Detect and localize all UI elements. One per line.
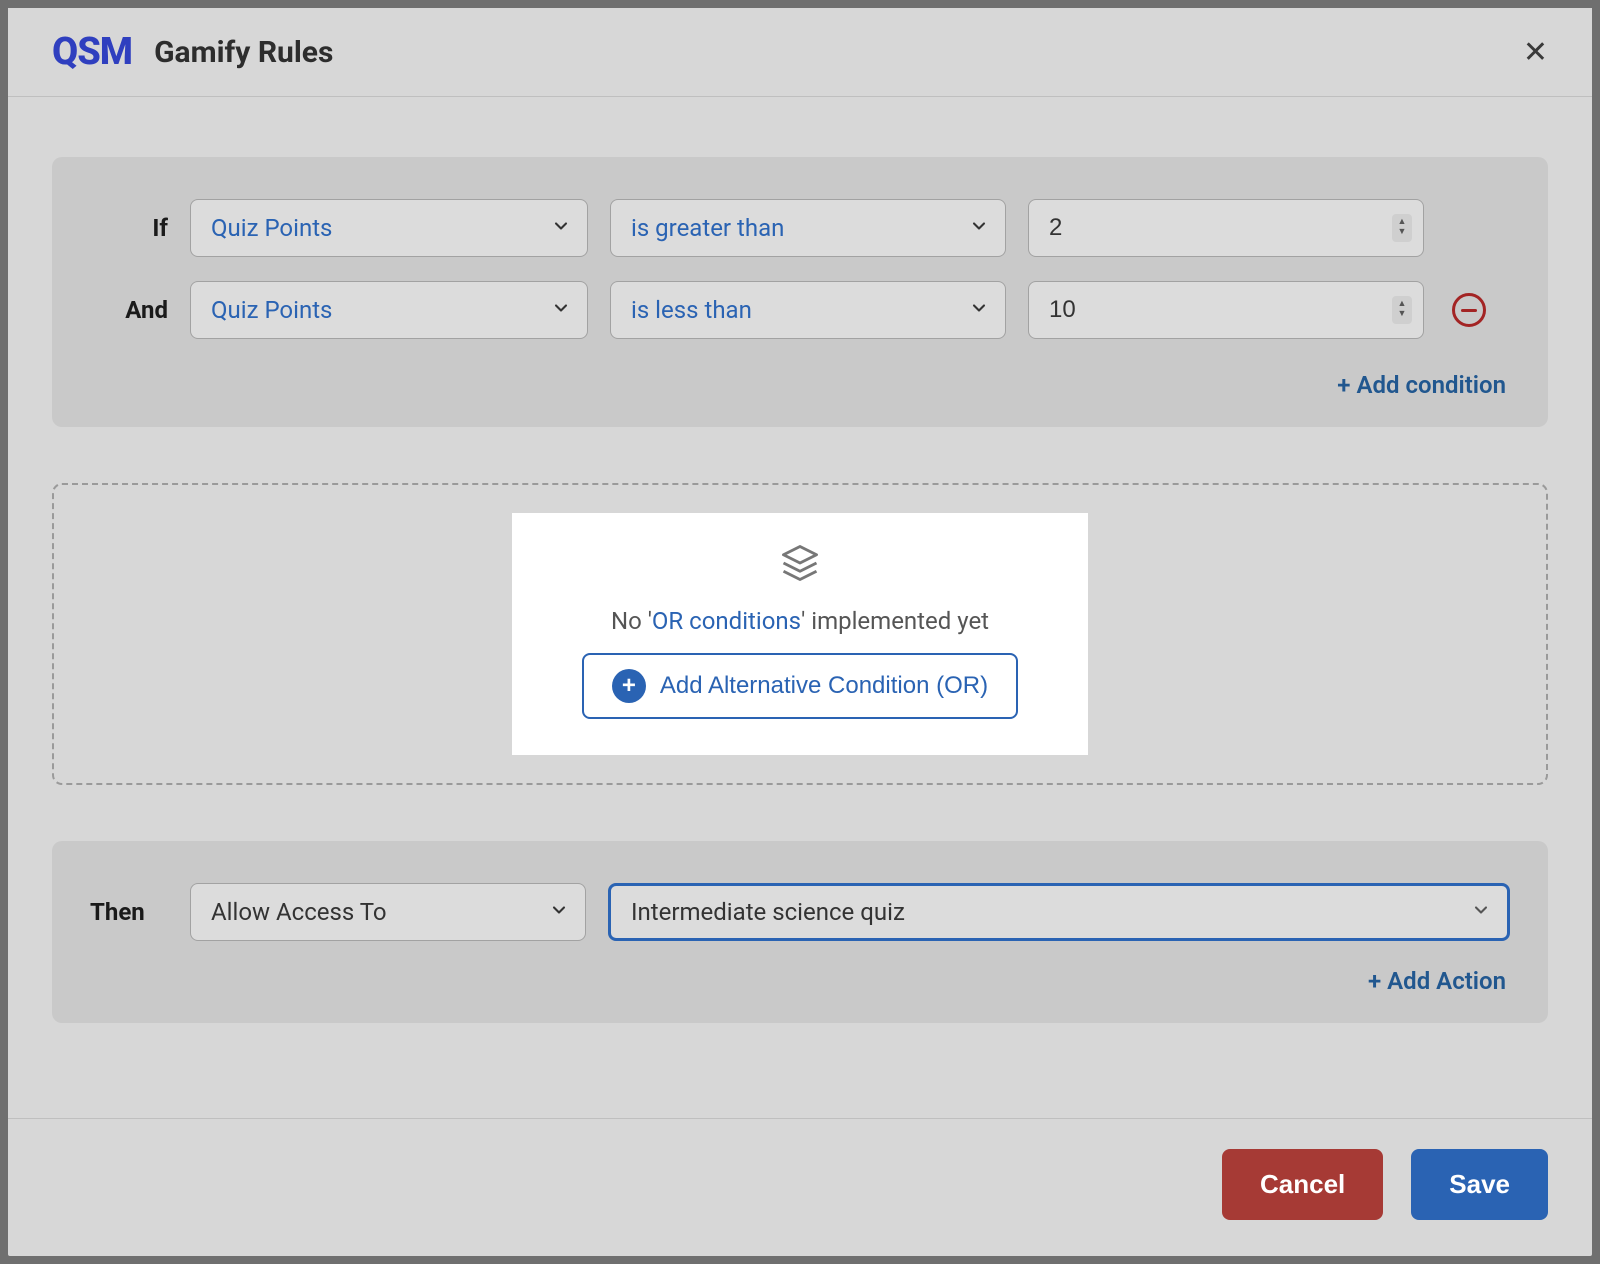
chevron-down-icon (551, 296, 571, 324)
conditions-panel: If Quiz Points is greater than ▲▼ (52, 157, 1548, 427)
modal-body: If Quiz Points is greater than ▲▼ (8, 97, 1592, 1118)
action-type-select[interactable]: Allow Access To (190, 883, 586, 941)
gamify-rules-modal: QSM Gamify Rules ✕ If Quiz Points is gre… (8, 8, 1592, 1256)
condition-row: If Quiz Points is greater than ▲▼ (90, 199, 1510, 257)
condition-operator-select[interactable]: is greater than (610, 199, 1006, 257)
number-spinner-icon[interactable]: ▲▼ (1392, 296, 1412, 324)
chevron-down-icon (1471, 898, 1491, 926)
add-condition-link[interactable]: + Add condition (90, 363, 1510, 399)
chevron-down-icon (549, 898, 569, 926)
select-value: Allow Access To (211, 898, 387, 926)
remove-condition-button[interactable] (1452, 293, 1486, 327)
minus-icon (1461, 309, 1477, 312)
or-empty-text: No 'OR conditions' implemented yet (611, 607, 989, 635)
action-prefix: Then (90, 898, 168, 926)
cancel-button[interactable]: Cancel (1222, 1149, 1383, 1220)
chevron-down-icon (551, 214, 571, 242)
chevron-down-icon (969, 296, 989, 324)
save-button[interactable]: Save (1411, 1149, 1548, 1220)
select-value: Intermediate science quiz (631, 898, 905, 926)
button-label: Add Alternative Condition (OR) (660, 672, 988, 700)
close-icon[interactable]: ✕ (1515, 31, 1556, 74)
select-value: Quiz Points (211, 296, 332, 324)
modal-header: QSM Gamify Rules ✕ (8, 8, 1592, 97)
modal-title: Gamify Rules (154, 35, 333, 70)
action-row: Then Allow Access To Intermediate scienc… (90, 883, 1510, 941)
condition-field-select[interactable]: Quiz Points (190, 199, 588, 257)
condition-value-wrap: ▲▼ (1028, 199, 1424, 257)
qsm-logo: QSM (52, 30, 132, 74)
or-conditions-box: No 'OR conditions' implemented yet + Add… (52, 483, 1548, 785)
condition-value-wrap: ▲▼ (1028, 281, 1424, 339)
select-value: is greater than (631, 214, 784, 242)
select-value: Quiz Points (211, 214, 332, 242)
plus-circle-icon: + (612, 669, 646, 703)
number-spinner-icon[interactable]: ▲▼ (1392, 214, 1412, 242)
condition-value-input[interactable] (1028, 281, 1424, 339)
modal-footer: Cancel Save (8, 1118, 1592, 1256)
condition-value-input[interactable] (1028, 199, 1424, 257)
or-inner-card: No 'OR conditions' implemented yet + Add… (512, 513, 1088, 755)
condition-field-select[interactable]: Quiz Points (190, 281, 588, 339)
actions-panel: Then Allow Access To Intermediate scienc… (52, 841, 1548, 1023)
add-action-link[interactable]: + Add Action (90, 959, 1510, 995)
chevron-down-icon (969, 214, 989, 242)
add-or-condition-button[interactable]: + Add Alternative Condition (OR) (582, 653, 1018, 719)
layers-icon (778, 541, 822, 589)
select-value: is less than (631, 296, 752, 324)
condition-operator-select[interactable]: is less than (610, 281, 1006, 339)
condition-prefix: If (90, 214, 168, 242)
condition-row: And Quiz Points is less than ▲▼ (90, 281, 1510, 339)
condition-prefix: And (90, 296, 168, 324)
action-target-select[interactable]: Intermediate science quiz (608, 883, 1510, 941)
